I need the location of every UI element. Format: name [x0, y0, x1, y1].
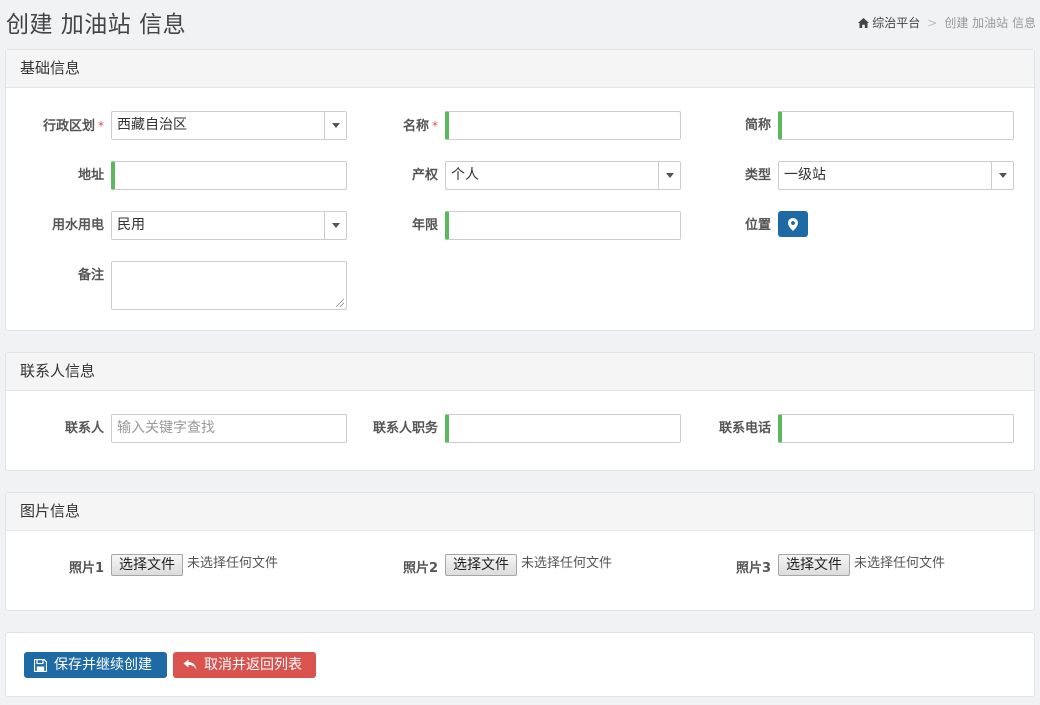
photo1-label: 照片1: [68, 561, 104, 576]
chevron-down-icon: [324, 212, 346, 239]
years-input[interactable]: [445, 211, 681, 240]
type-value: 一级站: [784, 167, 826, 183]
region-label-text: 行政区划: [42, 119, 95, 134]
breadcrumb-home[interactable]: 综治平台: [858, 14, 920, 31]
region-select[interactable]: 西藏自治区: [111, 111, 347, 140]
contact-phone-input[interactable]: [778, 414, 1014, 443]
name-input[interactable]: [445, 111, 681, 140]
years-label: 年限: [411, 218, 438, 233]
breadcrumb: 综治平台 > 创建 加油站 信息: [858, 14, 1036, 31]
basic-info-heading: 基础信息: [6, 50, 1034, 88]
short-name-label: 简称: [744, 118, 771, 133]
contact-info-panel: 联系人信息 联系人 输入关键字查找 联系人职务 联系电话: [5, 352, 1035, 471]
region-label: 行政区划 *: [24, 118, 104, 135]
contact-person-input[interactable]: 输入关键字查找: [111, 414, 347, 443]
undo-arrow-icon: [183, 659, 197, 670]
photo-info-panel: 图片信息 照片1 选择文件 未选择任何文件 照片2 选择文件 未选择任何文件 照…: [5, 492, 1035, 611]
chevron-down-icon: [658, 162, 680, 189]
photo1-choose-file-button[interactable]: 选择文件: [111, 554, 183, 576]
save-and-continue-button[interactable]: 保存并继续创建: [24, 652, 167, 678]
page-title: 创建 加油站 信息: [6, 12, 187, 38]
breadcrumb-separator: >: [927, 15, 938, 30]
page-header: 创建 加油站 信息 综治平台 > 创建 加油站 信息: [0, 0, 1040, 44]
address-input[interactable]: [111, 161, 347, 190]
map-marker-icon: [788, 217, 798, 231]
type-select[interactable]: 一级站: [778, 161, 1014, 190]
contact-info-heading: 联系人信息: [6, 353, 1034, 391]
breadcrumb-home-label: 综治平台: [872, 16, 921, 30]
ownership-select[interactable]: 个人: [445, 161, 681, 190]
ownership-label: 产权: [411, 168, 438, 183]
contact-phone-label: 联系电话: [718, 421, 771, 436]
location-label: 位置: [744, 218, 771, 233]
home-icon: [858, 17, 870, 28]
photo2-file-status: 未选择任何文件: [521, 556, 613, 571]
photo3-file-status: 未选择任何文件: [854, 556, 946, 571]
short-name-input[interactable]: [778, 111, 1014, 140]
floppy-disk-icon: [34, 658, 47, 672]
save-and-continue-label: 保存并继续创建: [54, 657, 152, 673]
required-mark: *: [98, 119, 104, 133]
breadcrumb-current: 创建 加油站 信息: [944, 16, 1036, 30]
resize-grip-icon[interactable]: [336, 299, 344, 307]
name-label-text: 名称: [402, 119, 429, 134]
photo1-file-status: 未选择任何文件: [187, 556, 279, 571]
contact-person-label: 联系人: [64, 421, 104, 436]
photo2-choose-file-button[interactable]: 选择文件: [445, 554, 517, 576]
remark-textarea[interactable]: [111, 261, 347, 310]
chevron-down-icon: [324, 112, 346, 139]
utility-value: 民用: [117, 217, 145, 233]
contact-position-input[interactable]: [445, 414, 681, 443]
photo3-choose-file-button[interactable]: 选择文件: [778, 554, 850, 576]
utility-label: 用水用电: [51, 218, 104, 233]
photo-info-heading: 图片信息: [6, 493, 1034, 531]
photo3-label: 照片3: [735, 561, 771, 576]
cancel-and-return-button[interactable]: 取消并返回列表: [173, 652, 316, 678]
name-label: 名称 *: [358, 118, 438, 135]
photo2-label: 照片2: [402, 561, 438, 576]
location-button[interactable]: [778, 211, 808, 237]
required-mark: *: [432, 119, 438, 133]
type-label: 类型: [744, 168, 771, 183]
contact-person-placeholder: 输入关键字查找: [117, 420, 215, 436]
region-value: 西藏自治区: [117, 117, 187, 133]
actions-panel: 保存并继续创建 取消并返回列表: [5, 632, 1035, 697]
contact-position-label: 联系人职务: [372, 421, 438, 436]
basic-info-panel: 基础信息 行政区划 * 西藏自治区 名称 * 简称 地址 产权 个人 类型 一级站 …: [5, 49, 1035, 331]
utility-select[interactable]: 民用: [111, 211, 347, 240]
address-label: 地址: [77, 168, 104, 183]
ownership-value: 个人: [451, 167, 479, 183]
remark-label: 备注: [77, 268, 104, 283]
chevron-down-icon: [991, 162, 1013, 189]
cancel-and-return-label: 取消并返回列表: [204, 657, 302, 673]
